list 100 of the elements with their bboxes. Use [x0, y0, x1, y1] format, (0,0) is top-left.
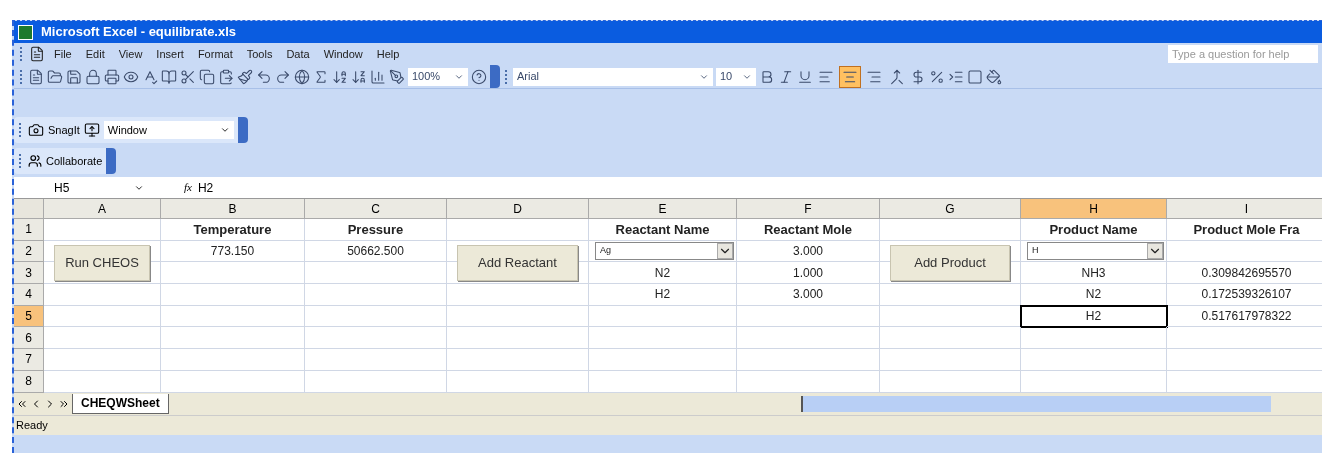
- undo-icon[interactable]: [256, 68, 272, 85]
- table-cell: Pressure: [305, 219, 447, 241]
- table-cell: 0.517617978322: [1167, 305, 1322, 328]
- row-header[interactable]: 7: [14, 349, 44, 371]
- combo-box[interactable]: H: [1027, 241, 1164, 261]
- row-header[interactable]: 1: [14, 219, 44, 241]
- fill-color-icon[interactable]: [986, 68, 1002, 85]
- save-icon[interactable]: [66, 68, 82, 85]
- toolbar-options-handle[interactable]: [237, 117, 248, 143]
- table-cell: N2: [1021, 284, 1167, 306]
- snagit-label[interactable]: SnagIt: [48, 121, 80, 139]
- people-icon[interactable]: [28, 154, 42, 168]
- column-header[interactable]: G: [880, 199, 1021, 219]
- menu-item[interactable]: Data: [281, 45, 315, 63]
- row-header[interactable]: 4: [14, 284, 44, 306]
- horizontal-scrollbar[interactable]: [800, 395, 1271, 412]
- row-header[interactable]: 6: [14, 327, 44, 350]
- percent-icon[interactable]: [929, 68, 945, 85]
- workbook-icon[interactable]: [29, 46, 45, 62]
- menu-item[interactable]: Window: [318, 45, 368, 63]
- toolbar-options-handle[interactable]: [490, 65, 500, 88]
- column-header[interactable]: I: [1167, 199, 1322, 219]
- window-title: Microsoft Excel - equilibrate.xls: [41, 23, 237, 42]
- capture-settings-icon[interactable]: [83, 122, 100, 138]
- format-painter-icon[interactable]: [237, 68, 253, 85]
- bold-icon[interactable]: [759, 68, 775, 85]
- table-cell: 3.000: [737, 284, 880, 306]
- combo-box[interactable]: Ag: [595, 241, 734, 261]
- table-cell: Reactant Name: [589, 219, 737, 241]
- toolbar-grip[interactable]: [19, 123, 22, 137]
- drawing-icon[interactable]: [389, 68, 405, 85]
- table-cell: H2: [589, 284, 737, 306]
- table-cell: 1.000: [737, 262, 880, 285]
- menu-item[interactable]: Tools: [241, 45, 278, 63]
- toolbar-grip[interactable]: [19, 154, 22, 168]
- table-cell: 3.000: [737, 240, 880, 263]
- sort-ascending-icon[interactable]: [332, 68, 348, 85]
- menu-item[interactable]: File: [49, 45, 77, 63]
- name-box[interactable]: H5: [14, 178, 144, 197]
- autosum-icon[interactable]: [313, 68, 329, 85]
- column-header[interactable]: E: [589, 199, 737, 219]
- column-header[interactable]: B: [161, 199, 305, 219]
- menu-item[interactable]: Help: [371, 45, 405, 63]
- zoom-combo[interactable]: 100%: [408, 67, 468, 86]
- formula-field[interactable]: H2: [197, 178, 214, 197]
- table-cell: Reactant Mole: [737, 219, 880, 241]
- cut-icon[interactable]: [180, 68, 196, 85]
- sheet-tab[interactable]: CHEQWSheet: [72, 393, 169, 414]
- capture-mode-combo[interactable]: Window: [103, 121, 234, 139]
- menu-item[interactable]: Insert: [151, 45, 189, 63]
- sort-descending-icon[interactable]: [351, 68, 367, 85]
- table-cell: Product Mole Fra: [1167, 219, 1322, 241]
- column-header[interactable]: A: [44, 199, 161, 219]
- permission-icon[interactable]: [85, 68, 101, 85]
- row-header[interactable]: 8: [14, 370, 44, 393]
- active-cell[interactable]: H2: [1021, 305, 1167, 328]
- font-size-combo[interactable]: 10: [716, 67, 756, 86]
- font-combo[interactable]: Arial: [513, 67, 713, 86]
- table-cell: 0.309842695570: [1167, 262, 1322, 285]
- hyperlink-icon[interactable]: [294, 68, 310, 85]
- print-icon[interactable]: [104, 68, 120, 85]
- column-header[interactable]: D: [447, 199, 589, 219]
- toolbar-grip[interactable]: [20, 47, 23, 61]
- column-header[interactable]: F: [737, 199, 880, 219]
- paste-icon[interactable]: [218, 68, 234, 85]
- folder-icon[interactable]: [47, 68, 63, 85]
- table-cell: 0.172539326107: [1167, 284, 1322, 306]
- row-header[interactable]: 2: [14, 240, 44, 263]
- currency-icon[interactable]: [910, 68, 926, 85]
- menu-item[interactable]: Format: [192, 45, 238, 63]
- italic-icon[interactable]: [778, 68, 794, 85]
- macro-button[interactable]: Add Reactant: [457, 244, 578, 281]
- toolbar-options-handle[interactable]: [106, 148, 117, 174]
- copy-icon[interactable]: [199, 68, 215, 85]
- row-header[interactable]: 3: [14, 262, 44, 285]
- function-icon[interactable]: fx: [184, 179, 192, 196]
- research-icon[interactable]: [161, 68, 177, 85]
- status-text: Ready: [16, 417, 48, 433]
- new-document-icon[interactable]: [28, 68, 44, 85]
- column-header[interactable]: C: [305, 199, 447, 219]
- toolbar-grip[interactable]: [505, 69, 508, 84]
- table-cell: Product Name: [1021, 219, 1167, 241]
- redo-icon[interactable]: [275, 68, 291, 85]
- row-header[interactable]: 5: [14, 305, 44, 328]
- help-icon[interactable]: [471, 68, 487, 85]
- menu-item[interactable]: Edit: [80, 45, 110, 63]
- spelling-icon[interactable]: [142, 68, 158, 85]
- underline-icon[interactable]: [797, 68, 813, 85]
- capture-icon[interactable]: [28, 122, 44, 138]
- help-field[interactable]: Type a question for help: [1168, 45, 1318, 63]
- menu-item[interactable]: View: [113, 45, 148, 63]
- table-cell: NH3: [1021, 262, 1167, 285]
- toolbar-grip[interactable]: [20, 69, 23, 84]
- macro-button[interactable]: Run CHEOS: [54, 244, 150, 281]
- macro-button[interactable]: Add Product: [890, 244, 1010, 281]
- table-cell: Temperature: [161, 219, 305, 241]
- table-cell: N2: [589, 262, 737, 285]
- chart-icon[interactable]: [370, 68, 386, 85]
- table-cell: 773.150: [161, 240, 305, 263]
- column-header[interactable]: H: [1021, 199, 1167, 219]
